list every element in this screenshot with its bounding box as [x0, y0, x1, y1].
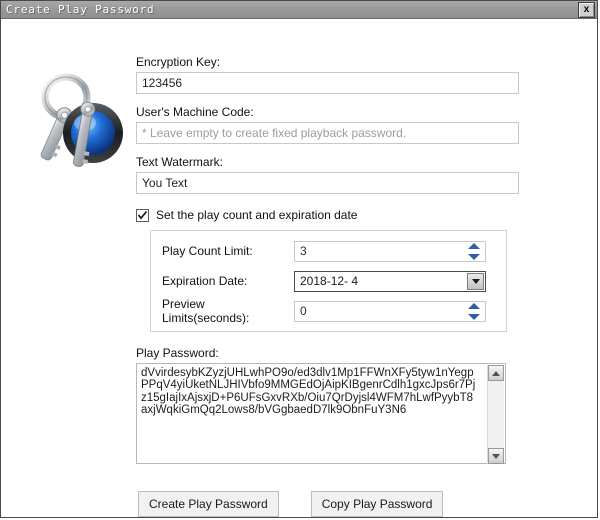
play-count-limit-value: 3 — [300, 243, 307, 258]
chevron-down-icon[interactable] — [468, 253, 480, 260]
play-password-label: Play Password: — [136, 346, 219, 360]
scroll-down-button[interactable] — [488, 448, 504, 464]
play-password-value: dVvirdesybKZyzjUHLwhPO9o/ed3dlv1Mp1FFWnX… — [141, 367, 476, 416]
play-count-checkbox[interactable] — [136, 208, 149, 222]
play-count-checkbox-row[interactable]: Set the play count and expiration date — [136, 208, 521, 222]
window-content: Encryption Key: User's Machine Code: Tex… — [1, 19, 597, 517]
encryption-key-input[interactable] — [136, 72, 519, 94]
play-count-limit-row: Play Count Limit: 3 — [162, 240, 495, 262]
create-play-password-button[interactable]: Create Play Password — [138, 491, 279, 517]
calendar-dropdown-button[interactable] — [467, 272, 484, 290]
triangle-up-icon — [492, 370, 500, 376]
chevron-up-icon[interactable] — [468, 302, 480, 309]
scroll-up-button[interactable] — [488, 365, 504, 381]
copy-play-password-button[interactable]: Copy Play Password — [310, 491, 444, 517]
expiration-date-value: 2018-12- 4 — [300, 273, 359, 288]
chevron-up-icon[interactable] — [468, 242, 480, 249]
expiration-date-row: Expiration Date: 2018-12- 4 — [162, 270, 495, 292]
play-settings-group: Play Count Limit: 3 Expiration Date: 201… — [150, 230, 507, 332]
play-count-checkbox-label: Set the play count and expiration date — [156, 208, 358, 222]
chevron-down-icon[interactable] — [468, 313, 480, 320]
keyring-icon — [27, 71, 131, 175]
play-count-limit-arrows[interactable] — [468, 242, 481, 260]
expiration-date-label: Expiration Date: — [162, 274, 248, 288]
create-play-password-window: Create Play Password x Encryption Key: 1… — [0, 0, 598, 518]
triangle-down-icon — [492, 453, 500, 459]
form-area: Encryption Key: User's Machine Code: Tex… — [136, 55, 521, 464]
preview-limits-row: Preview Limits(seconds): 0 — [162, 297, 495, 325]
action-buttons: Create Play Password Copy Play Password — [138, 491, 444, 517]
machine-code-input[interactable] — [136, 122, 519, 144]
chevron-down-icon — [471, 278, 480, 284]
checkmark-icon — [137, 210, 148, 220]
play-count-limit-label: Play Count Limit: — [162, 244, 253, 258]
preview-limits-value: 0 — [300, 303, 307, 318]
text-watermark-input[interactable] — [136, 172, 519, 194]
machine-code-label: User's Machine Code: — [136, 105, 254, 119]
encryption-key-label: Encryption Key: — [136, 55, 221, 69]
text-watermark-label: Text Watermark: — [136, 155, 223, 169]
window-title: Create Play Password — [6, 3, 155, 16]
close-icon[interactable]: x — [578, 1, 595, 18]
title-bar: Create Play Password x — [1, 1, 597, 19]
preview-limits-stepper[interactable]: 0 — [294, 300, 486, 322]
expiration-date-picker[interactable]: 2018-12- 4 — [294, 270, 486, 292]
play-password-scrollbar[interactable] — [487, 365, 504, 464]
preview-limits-arrows[interactable] — [468, 302, 481, 320]
play-password-textarea[interactable]: dVvirdesybKZyzjUHLwhPO9o/ed3dlv1Mp1FFWnX… — [136, 363, 506, 464]
play-count-limit-stepper[interactable]: 3 — [294, 240, 486, 262]
preview-limits-label: Preview Limits(seconds): — [162, 297, 250, 325]
